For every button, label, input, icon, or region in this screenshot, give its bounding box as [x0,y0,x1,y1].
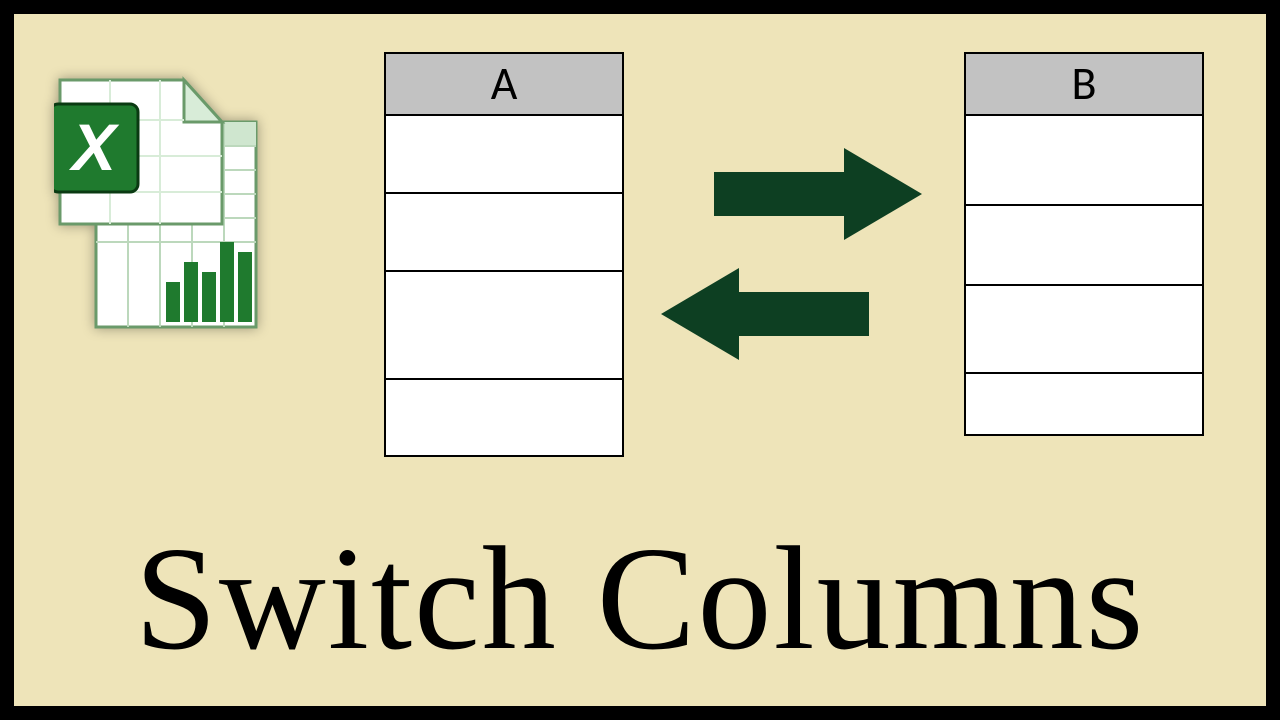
excel-x-letter: X [68,110,120,184]
table-row [966,286,1202,374]
excel-icon: X [54,74,264,334]
table-row [386,116,622,194]
column-a-header: A [386,54,622,116]
arrow-left-icon [659,264,869,364]
column-a: A [384,52,624,457]
table-row [966,206,1202,286]
table-row [386,194,622,272]
table-row [386,380,622,456]
table-row [966,374,1202,436]
column-b-header: B [966,54,1202,116]
thumbnail-canvas: X A B Switch Columns [12,12,1268,708]
table-row [966,116,1202,206]
title-text: Switch Columns [14,514,1266,684]
table-row [386,272,622,380]
arrow-right-icon [714,144,924,244]
column-b: B [964,52,1204,436]
